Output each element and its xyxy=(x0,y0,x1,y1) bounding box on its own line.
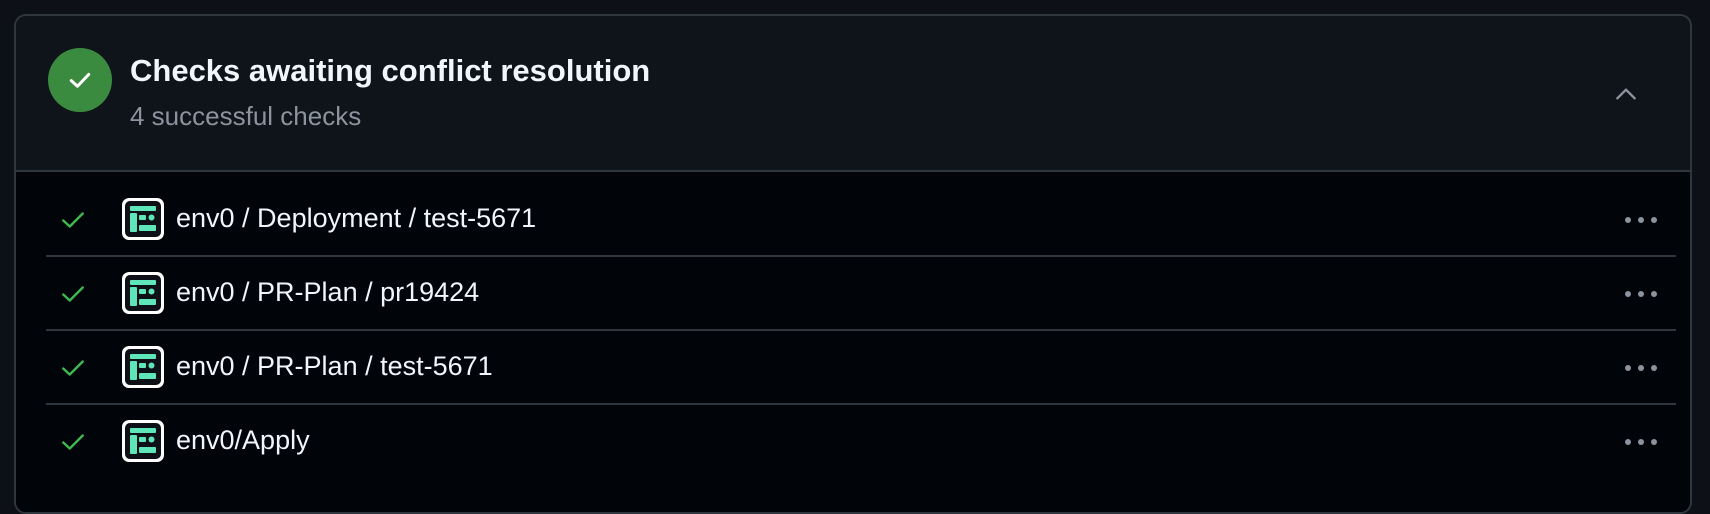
more-options-button[interactable] xyxy=(1618,279,1664,309)
kebab-horizontal-icon xyxy=(1625,365,1657,371)
checks-subtitle: 4 successful checks xyxy=(130,101,362,131)
env0-app-icon xyxy=(122,346,164,388)
kebab-horizontal-icon xyxy=(1625,291,1657,297)
check-row[interactable]: env0/Apply xyxy=(46,405,1676,479)
success-check-icon xyxy=(62,212,84,228)
checks-list: env0 / Deployment / test-5671 env0 / PR-… xyxy=(16,172,1690,512)
success-check-icon xyxy=(62,286,84,302)
more-options-button[interactable] xyxy=(1618,427,1664,457)
env0-app-icon xyxy=(122,198,164,240)
more-options-button[interactable] xyxy=(1618,205,1664,235)
checks-header: Checks awaiting conflict resolution 4 su… xyxy=(16,16,1690,172)
checks-panel: Checks awaiting conflict resolution 4 su… xyxy=(14,14,1692,514)
kebab-horizontal-icon xyxy=(1625,217,1657,223)
success-check-icon xyxy=(62,434,84,450)
check-row[interactable]: env0 / Deployment / test-5671 xyxy=(46,183,1676,257)
kebab-horizontal-icon xyxy=(1625,439,1657,445)
env0-app-icon xyxy=(122,420,164,462)
more-options-button[interactable] xyxy=(1618,353,1664,383)
check-circle-icon xyxy=(48,48,112,112)
check-row[interactable]: env0 / PR-Plan / test-5671 xyxy=(46,331,1676,405)
check-name[interactable]: env0 / Deployment / test-5671 xyxy=(176,203,536,234)
checkmark-icon xyxy=(69,72,91,88)
collapse-button[interactable] xyxy=(1606,74,1646,114)
check-name[interactable]: env0/Apply xyxy=(176,425,310,456)
env0-app-icon xyxy=(122,272,164,314)
success-check-icon xyxy=(62,360,84,376)
chevron-up-icon xyxy=(1616,88,1636,100)
check-name[interactable]: env0 / PR-Plan / pr19424 xyxy=(176,277,479,308)
check-row[interactable]: env0 / PR-Plan / pr19424 xyxy=(46,257,1676,331)
check-name[interactable]: env0 / PR-Plan / test-5671 xyxy=(176,351,493,382)
checks-title: Checks awaiting conflict resolution xyxy=(130,53,651,88)
